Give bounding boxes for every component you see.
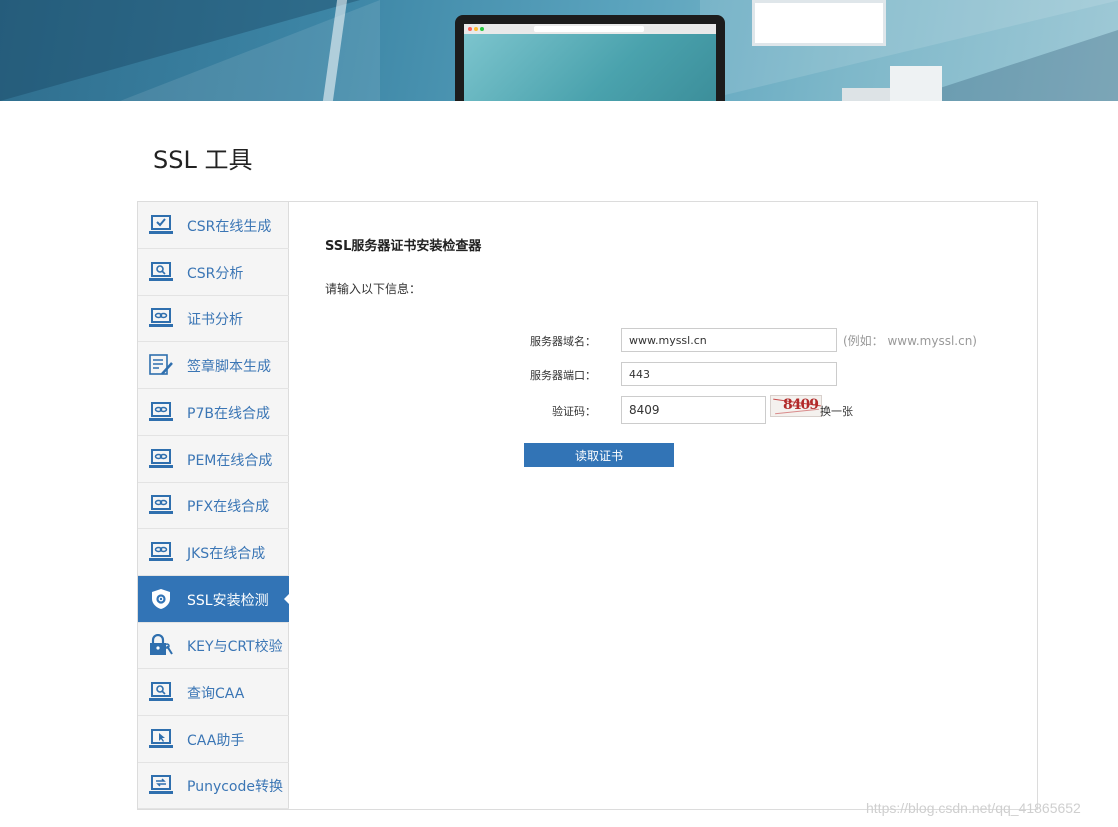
- banner-monitor-illustration: [455, 15, 725, 101]
- sidebar-item[interactable]: CSR分析: [138, 249, 289, 296]
- sidebar-item-label: 证书分析: [187, 312, 243, 329]
- sidebar-item[interactable]: PFX在线合成: [138, 482, 289, 530]
- laptop-link-icon: [149, 541, 173, 563]
- header-banner: [0, 0, 1118, 101]
- laptop-link-icon: [149, 401, 173, 423]
- main-content: SSL服务器证书安装检查器 请输入以下信息： 服务器域名： (例如： www.m…: [290, 202, 1037, 809]
- laptop-link-icon: [149, 448, 173, 470]
- sidebar-item-label: 查询CAA: [187, 686, 245, 702]
- sidebar-item[interactable]: 查询CAA: [138, 669, 289, 716]
- sidebar-item-label: CAA助手: [187, 732, 245, 749]
- tool-panel: CSR在线生成 CSR分析证书分析签章脚本生成 P7B在线合成 PEM在线合成 PFX在…: [137, 201, 1038, 810]
- laptop-convert-icon: [149, 774, 173, 796]
- captcha-label: 验证码：: [552, 405, 596, 418]
- sidebar-item-label: 签章脚本生成: [187, 359, 271, 376]
- shield-gear-icon: [149, 588, 173, 610]
- banner-picture-frame: [752, 0, 886, 46]
- port-label: 服务器端口：: [530, 369, 596, 382]
- laptop-search-icon: [149, 681, 173, 703]
- sidebar-item[interactable]: P7B在线合成: [138, 389, 289, 436]
- banner-box: [890, 66, 942, 101]
- sidebar-item[interactable]: 证书分析: [138, 295, 289, 343]
- refresh-captcha-link[interactable]: 换一张: [820, 403, 853, 419]
- banner-box: [842, 88, 890, 101]
- laptop-pointer-icon: [149, 728, 173, 750]
- sidebar-item-label: Punycode转换: [187, 779, 283, 796]
- sidebar-item-label: PEM在线合成: [187, 452, 273, 469]
- sidebar-item[interactable]: JKS在线合成: [138, 529, 289, 576]
- domain-hint: (例如： www.myssl.cn): [843, 334, 977, 348]
- sidebar-item[interactable]: KEY与CRT校验: [138, 622, 289, 670]
- sidebar-item-label: SSL安装检测: [187, 592, 269, 609]
- domain-input[interactable]: [621, 328, 837, 352]
- sidebar-item-label: P7B在线合成: [187, 405, 270, 422]
- sidebar-item-label: CSR在线生成: [187, 219, 272, 235]
- laptop-link-icon: [149, 307, 173, 329]
- intro-text: 请输入以下信息：: [325, 282, 422, 296]
- sidebar-item[interactable]: CAA助手: [138, 716, 289, 763]
- section-heading: SSL服务器证书安装检查器: [325, 239, 482, 254]
- sidebar-item-label: KEY与CRT校验: [187, 639, 283, 656]
- sidebar-item[interactable]: PEM在线合成: [138, 436, 289, 483]
- laptop-check-icon: [149, 214, 173, 236]
- laptop-link-icon: [149, 494, 173, 516]
- sidebar-item-label: PFX在线合成: [187, 499, 270, 516]
- domain-label: 服务器域名：: [530, 335, 596, 348]
- sidebar-item[interactable]: Punycode转换: [138, 762, 289, 810]
- page-title: SSL 工具: [153, 146, 253, 174]
- captcha-image[interactable]: 8409: [770, 395, 822, 417]
- sidebar-item-label: JKS在线合成: [187, 545, 266, 562]
- laptop-search-icon: [149, 261, 173, 283]
- sidebar-item[interactable]: SSL安装检测: [138, 575, 290, 623]
- captcha-input[interactable]: [621, 396, 766, 424]
- sidebar-item[interactable]: CSR在线生成: [138, 202, 289, 249]
- sidebar-item-label: CSR分析: [187, 265, 244, 282]
- captcha-image-text: 8409: [783, 397, 819, 413]
- watermark: https://blog.csdn.net/qq_41865652: [866, 800, 1081, 816]
- read-certificate-button[interactable]: 读取证书: [524, 443, 674, 467]
- sidebar-item[interactable]: 签章脚本生成: [138, 342, 289, 390]
- port-input[interactable]: [621, 362, 837, 386]
- lock-key-icon: [149, 634, 173, 656]
- document-edit-icon: [149, 354, 173, 376]
- sidebar: CSR在线生成 CSR分析证书分析签章脚本生成 P7B在线合成 PEM在线合成 PFX在…: [138, 202, 290, 810]
